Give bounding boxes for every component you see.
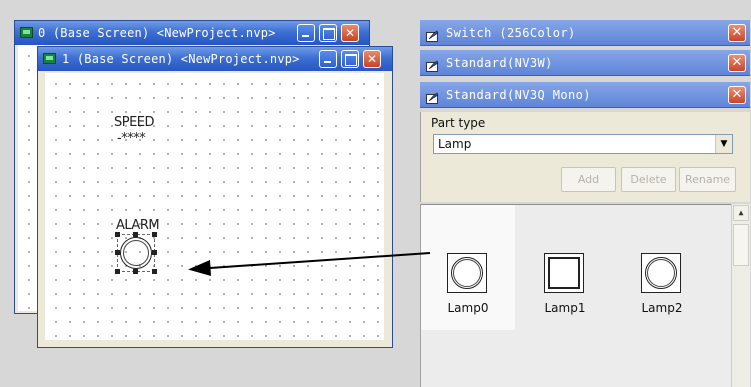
screen-icon [20,27,33,38]
part-type-select[interactable]: Lamp ▼ [433,134,733,154]
close-icon: ✕ [344,26,356,40]
screen-window-1[interactable]: 1 (Base Screen) <NewProject.nvp> ✕ SPEED… [37,46,393,348]
chevron-down-icon[interactable]: ▼ [715,135,732,153]
resize-handle[interactable] [152,232,157,237]
parts-library-icon [426,26,440,42]
window-1-maximize-button[interactable] [341,50,359,68]
window-1-close-button[interactable]: ✕ [363,50,381,68]
parts-gallery: Lamp0 Lamp1 Lamp2 [420,204,731,387]
panel-title: Switch (256Color) [446,26,576,40]
window-1-title: 1 (Base Screen) <NewProject.nvp> [62,52,300,66]
part-type-label: Part type [431,116,486,130]
resize-handle[interactable] [152,250,157,255]
screen-icon [43,53,56,64]
round-lamp-icon [641,253,681,293]
resize-handle[interactable] [152,269,157,274]
speed-value-display[interactable]: -**** [117,131,146,146]
app-root: 0 (Base Screen) <NewProject.nvp> ✕ 1 (Ba… [0,0,751,387]
delete-button[interactable]: Delete [621,167,676,192]
part-type-value: Lamp [438,137,472,151]
screen-canvas[interactable]: SPEED -**** ALARM [45,73,384,340]
resize-handle[interactable] [115,232,120,237]
minimize-icon [320,51,336,67]
maximize-icon [320,25,336,41]
gallery-item-lamp1[interactable]: Lamp1 [518,205,612,330]
window-1-titlebar[interactable]: 1 (Base Screen) <NewProject.nvp> ✕ [38,47,392,71]
maximize-icon [342,51,358,67]
lamp-inner-circle-icon [123,240,149,266]
gallery-item-lamp2[interactable]: Lamp2 [615,205,709,330]
panel-title: Standard(NV3Q Mono) [446,88,591,102]
window-0-maximize-button[interactable] [319,24,337,42]
panel-close-button[interactable]: ✕ [728,54,746,72]
resize-handle[interactable] [115,269,120,274]
panel-close-button[interactable]: ✕ [728,86,746,104]
round-lamp-icon [447,253,487,293]
window-0-minimize-button[interactable] [297,24,315,42]
panel-standard-nv3w[interactable]: Standard(NV3W) ✕ [420,50,750,76]
parts-library-icon [426,56,440,72]
window-0-title: 0 (Base Screen) <NewProject.nvp> [38,26,276,40]
resize-handle[interactable] [133,269,138,274]
resize-handle[interactable] [133,232,138,237]
alarm-label[interactable]: ALARM [116,218,160,233]
panel-standard-nv3q-mono[interactable]: Standard(NV3Q Mono) ✕ [420,82,750,108]
parts-library-icon [426,88,440,104]
part-type-section: Part type Lamp ▼ Add Delete Rename [420,112,750,202]
gallery-item-lamp0[interactable]: Lamp0 [421,205,515,330]
gallery-item-label: Lamp2 [641,301,683,315]
speed-label[interactable]: SPEED [114,115,155,130]
rename-button[interactable]: Rename [679,167,736,192]
resize-handle[interactable] [115,250,120,255]
close-icon: ✕ [366,52,378,66]
gallery-item-label: Lamp1 [544,301,586,315]
minimize-icon [298,25,314,41]
scrollbar-thumb[interactable] [733,224,749,266]
panel-switch-256color[interactable]: Switch (256Color) ✕ [420,20,750,46]
panel-title: Standard(NV3W) [446,56,553,70]
panel-close-button[interactable]: ✕ [728,24,746,42]
scroll-up-icon[interactable]: ▲ [733,205,749,221]
window-1-minimize-button[interactable] [319,50,337,68]
add-button[interactable]: Add [561,167,616,192]
window-0-titlebar[interactable]: 0 (Base Screen) <NewProject.nvp> ✕ [15,21,369,45]
placed-lamp-part[interactable] [115,232,157,274]
window-0-close-button[interactable]: ✕ [341,24,359,42]
gallery-scrollbar[interactable]: ▲ [731,204,750,387]
square-lamp-icon [544,253,584,293]
gallery-item-label: Lamp0 [447,301,489,315]
